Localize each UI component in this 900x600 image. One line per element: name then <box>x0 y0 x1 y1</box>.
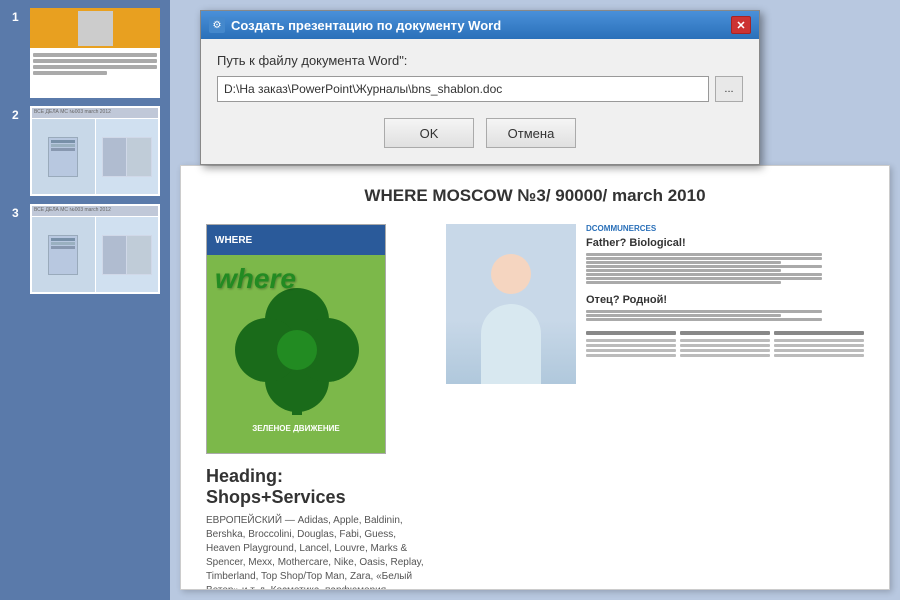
thumb1-lines <box>30 48 160 98</box>
slide-thumbnail-1[interactable]: 1 <box>30 8 160 98</box>
dialog-action-buttons: OK Отмена <box>217 118 743 148</box>
slide-thumbnail-3[interactable]: 3 ВСЕ ДЕЛА МС №003 march 2012 <box>30 204 160 294</box>
dialog-input-row: ... <box>217 76 743 102</box>
thumb1-header <box>30 8 160 48</box>
slide-panel: 1 2 ВСЕ ДЕЛ <box>0 0 170 600</box>
article-col-2 <box>680 331 770 357</box>
slide-title: WHERE MOSCOW №3/ 90000/ march 2010 <box>206 186 864 206</box>
browse-icon: ... <box>724 84 733 95</box>
clover-icon <box>222 275 372 425</box>
article-image <box>446 224 576 384</box>
slide-right-column: DCOMMUNERCES Father? Biological! <box>446 224 864 590</box>
dialog-title-left: ⚙ Создать презентацию по документу Word <box>209 17 501 33</box>
person-image <box>446 224 576 384</box>
slide-canvas: WHERE MOSCOW №3/ 90000/ march 2010 WHERE <box>180 165 890 590</box>
article-text: DCOMMUNERCES Father? Biological! <box>586 224 864 384</box>
slide-preview-1 <box>30 8 160 98</box>
cover-where-text: where <box>215 263 296 295</box>
browse-button[interactable]: ... <box>715 76 743 102</box>
dialog-body: Путь к файлу документа Word": ... OK Отм… <box>201 39 759 164</box>
dialog-close-button[interactable]: ✕ <box>731 16 751 34</box>
file-path-input[interactable] <box>217 76 709 102</box>
slide-number-3: 3 <box>12 206 19 220</box>
slide-preview-2: ВСЕ ДЕЛА МС №003 march 2012 <box>30 106 160 196</box>
slide-number-2: 2 <box>12 108 19 122</box>
slide-body-text: ЕВРОПЕЙСКИЙ — Adidas, Apple, Baldinin, B… <box>206 514 426 590</box>
slide-preview-3: ВСЕ ДЕЛА МС №003 march 2012 <box>30 204 160 294</box>
slide-thumbnail-2[interactable]: 2 ВСЕ ДЕЛА МС №003 march 2012 <box>30 106 160 196</box>
magazine-cover: WHERE where ЗЕЛЕНОЕ <box>206 224 386 454</box>
thumb1-image <box>78 11 113 46</box>
cover-bottom-text: ЗЕЛЕНОЕ ДВИЖЕНИЕ <box>207 424 385 433</box>
article-title-2: Отец? Родной! <box>586 294 864 306</box>
article-col-3 <box>774 331 864 357</box>
article-block: DCOMMUNERCES Father? Biological! <box>446 224 864 384</box>
create-presentation-dialog: ⚙ Создать презентацию по документу Word … <box>200 10 760 165</box>
slide-body: WHERE where ЗЕЛЕНОЕ <box>206 224 864 590</box>
article-body-lines <box>586 253 864 284</box>
slide-number-1: 1 <box>12 10 19 24</box>
ok-button[interactable]: OK <box>384 118 474 148</box>
article-section-label: DCOMMUNERCES <box>586 224 864 233</box>
app-window: 1 2 ВСЕ ДЕЛ <box>0 0 900 600</box>
article-col-1 <box>586 331 676 357</box>
slide-left-column: WHERE where ЗЕЛЕНОЕ <box>206 224 426 590</box>
cancel-button[interactable]: Отмена <box>486 118 576 148</box>
main-content: WHERE MOSCOW №3/ 90000/ march 2010 WHERE <box>170 0 900 600</box>
dialog-title: Создать презентацию по документу Word <box>231 18 501 33</box>
dialog-field-label: Путь к файлу документа Word": <box>217 53 743 68</box>
article-columns <box>586 331 864 357</box>
cover-header: WHERE <box>207 225 385 255</box>
article-title-1: Father? Biological! <box>586 237 864 249</box>
dialog-icon: ⚙ <box>209 17 225 33</box>
dialog-titlebar: ⚙ Создать презентацию по документу Word … <box>201 11 759 39</box>
slide-heading: Heading: Shops+Services <box>206 466 426 508</box>
article-body-lines-2 <box>586 310 864 321</box>
